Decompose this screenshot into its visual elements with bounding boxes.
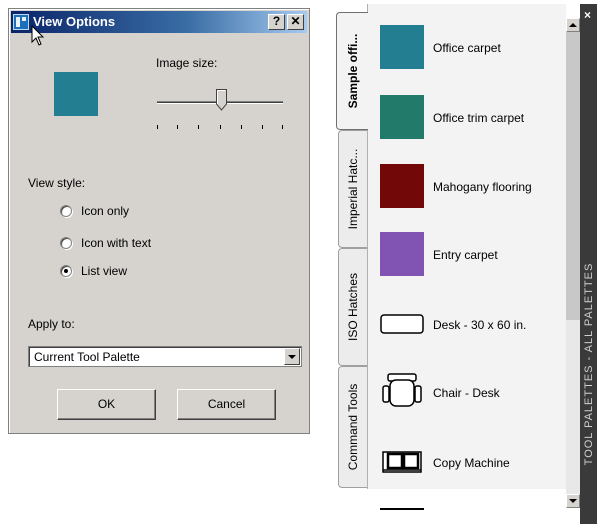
cancel-button[interactable]: Cancel bbox=[177, 389, 276, 420]
tab-iso-hatches[interactable]: ISO Hatches bbox=[338, 248, 367, 366]
help-button[interactable]: ? bbox=[268, 14, 285, 30]
tab-imperial-hatches[interactable]: Imperial Hatc... bbox=[338, 130, 367, 248]
mouse-cursor-icon bbox=[31, 25, 45, 46]
palette-tabs: Sample offi... Imperial Hatc... ISO Hatc… bbox=[336, 4, 368, 524]
radio-icon-with-text[interactable]: Icon with text bbox=[60, 235, 151, 251]
tab-command-tools[interactable]: Command Tools bbox=[338, 366, 367, 488]
palette-item-label: Office trim carpet bbox=[433, 111, 525, 125]
image-size-slider-thumb[interactable] bbox=[216, 89, 227, 111]
tab-label: Imperial Hatc... bbox=[346, 148, 360, 230]
desk-icon bbox=[380, 314, 424, 334]
palette-item-entry-carpet[interactable]: Entry carpet bbox=[380, 232, 550, 278]
apply-to-value: Current Tool Palette bbox=[34, 350, 140, 364]
palette-item-chair-desk[interactable]: Chair - Desk bbox=[380, 370, 550, 416]
scroll-up-icon[interactable] bbox=[566, 18, 580, 32]
tab-label: ISO Hatches bbox=[346, 272, 360, 342]
palette-title-bar[interactable]: × TOOL PALETTES - ALL PALETTES bbox=[580, 4, 597, 524]
palette-title: TOOL PALETTES - ALL PALETTES bbox=[582, 262, 595, 466]
radio-label: List view bbox=[81, 264, 128, 278]
palette-item-label: Mahogany flooring bbox=[433, 180, 532, 194]
scrollbar-thumb[interactable] bbox=[566, 32, 580, 320]
tool-palette: Sample offi... Imperial Hatc... ISO Hatc… bbox=[336, 4, 597, 528]
dialog-title: View Options bbox=[33, 14, 116, 29]
office-carpet-swatch bbox=[380, 25, 424, 69]
entry-carpet-swatch bbox=[380, 232, 424, 276]
apply-to-label: Apply to: bbox=[28, 317, 75, 331]
tab-label: Command Tools bbox=[346, 383, 360, 471]
chevron-down-icon[interactable] bbox=[284, 348, 300, 365]
palette-item-office-carpet[interactable]: Office carpet bbox=[380, 25, 550, 71]
radio-label: Icon only bbox=[81, 204, 130, 218]
slider-tick bbox=[220, 125, 221, 129]
app-icon bbox=[13, 14, 29, 30]
palette-item-label: Entry carpet bbox=[433, 248, 498, 262]
palette-item-office-trim-carpet[interactable]: Office trim carpet bbox=[380, 95, 550, 141]
palette-scrollbar[interactable] bbox=[566, 18, 580, 508]
slider-tick bbox=[262, 125, 263, 129]
palette-item-label: Chair - Desk bbox=[433, 386, 500, 400]
palette-item-copy-machine[interactable]: Copy Machine bbox=[380, 440, 550, 486]
close-icon[interactable]: × bbox=[584, 8, 591, 22]
slider-tick bbox=[177, 125, 178, 129]
palette-item-desk[interactable]: Desk - 30 x 60 in. bbox=[380, 302, 550, 348]
radio-list-view[interactable]: List view bbox=[60, 263, 127, 279]
ok-button[interactable]: OK bbox=[57, 389, 156, 420]
view-options-dialog: View Options ? ✕ Image size: View style:… bbox=[8, 8, 310, 434]
dialog-titlebar[interactable]: View Options ? ✕ bbox=[11, 11, 307, 33]
tab-label: Sample offi... bbox=[345, 33, 360, 109]
radio-button[interactable] bbox=[60, 205, 72, 217]
palette-item-mahogany-flooring[interactable]: Mahogany flooring bbox=[380, 164, 550, 210]
slider-tick bbox=[157, 125, 158, 129]
close-button[interactable]: ✕ bbox=[287, 14, 304, 30]
view-style-label: View style: bbox=[28, 176, 86, 190]
radio-button[interactable] bbox=[60, 265, 72, 277]
radio-icon-only[interactable]: Icon only bbox=[60, 203, 129, 219]
radio-label: Icon with text bbox=[81, 236, 152, 250]
tab-sample-office[interactable]: Sample offi... bbox=[336, 12, 368, 130]
image-size-label: Image size: bbox=[156, 56, 218, 70]
mahogany-flooring-swatch bbox=[380, 164, 424, 208]
partial-item-top-edge bbox=[380, 508, 424, 510]
palette-item-label: Copy Machine bbox=[433, 456, 510, 470]
slider-tick bbox=[241, 125, 242, 129]
image-preview-swatch bbox=[54, 72, 98, 116]
copy-machine-icon bbox=[382, 451, 422, 473]
chair-icon bbox=[382, 373, 422, 407]
palette-item-label: Desk - 30 x 60 in. bbox=[433, 318, 527, 332]
slider-tick bbox=[282, 125, 283, 129]
palette-item-label: Office carpet bbox=[433, 41, 501, 55]
radio-button[interactable] bbox=[60, 237, 72, 249]
apply-to-dropdown[interactable]: Current Tool Palette bbox=[28, 346, 302, 367]
office-trim-carpet-swatch bbox=[380, 95, 424, 139]
scroll-down-icon[interactable] bbox=[566, 494, 580, 508]
slider-tick bbox=[198, 125, 199, 129]
